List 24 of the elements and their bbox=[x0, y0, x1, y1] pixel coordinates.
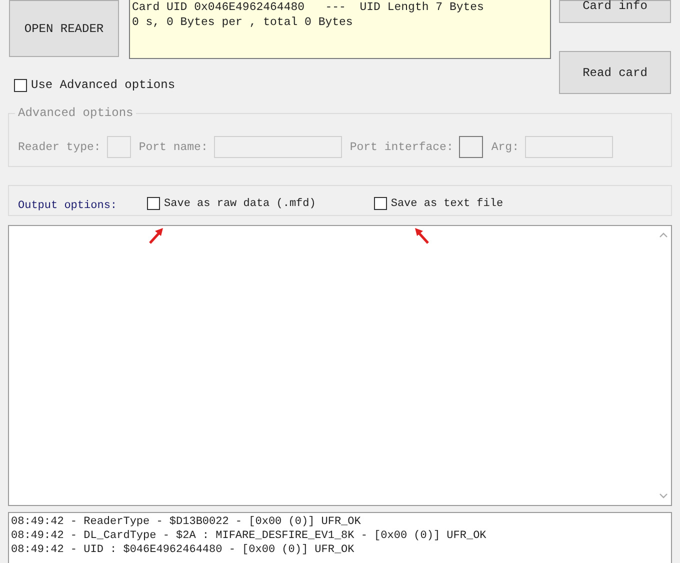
log-line: 08:49:42 - UID : $046E4962464480 - [0x00 (0)] UFR_OK bbox=[11, 543, 356, 557]
output-options-label: Output options: bbox=[18, 200, 118, 212]
scroll-up-icon[interactable] bbox=[659, 232, 668, 238]
annotation-arrow-icon bbox=[413, 227, 431, 245]
group-title: Advanced options bbox=[15, 106, 136, 120]
checkbox-label: Save as raw data (.mfd) bbox=[164, 198, 316, 210]
log-line: 08:49:42 - DL_CardType - $2A : MIFARE_DESFIRE_EV1_8K - [0x00 (0)] UFR_OK bbox=[11, 529, 488, 543]
field-label: Port interface: bbox=[350, 140, 454, 154]
checkbox[interactable] bbox=[147, 197, 160, 210]
checkbox-label: Save as text file bbox=[390, 198, 504, 210]
checkbox[interactable] bbox=[14, 78, 27, 92]
info-line: 0 s, 0 Bytes per , total 0 Bytes bbox=[132, 15, 354, 30]
info-line: Card UID 0x046E4962464480 --- UID Length 7 Bytes bbox=[132, 0, 485, 15]
open-reader-button[interactable]: OPEN READER bbox=[9, 0, 119, 57]
field-label: Reader type: bbox=[18, 140, 101, 154]
read-card-button[interactable]: Read card bbox=[559, 51, 671, 94]
log-line: 08:49:42 - ReaderType - $D13B0022 - [0x00 (0)] UFR_OK bbox=[11, 515, 362, 529]
field-label: Arg: bbox=[491, 140, 519, 154]
card-info-button[interactable]: Card info bbox=[559, 0, 671, 23]
scroll-down-icon[interactable] bbox=[659, 493, 668, 499]
checkbox-label: Use Advanced options bbox=[31, 78, 176, 92]
field-label: Port name: bbox=[138, 140, 208, 154]
checkbox[interactable] bbox=[374, 197, 387, 210]
annotation-arrow-icon bbox=[147, 227, 165, 245]
